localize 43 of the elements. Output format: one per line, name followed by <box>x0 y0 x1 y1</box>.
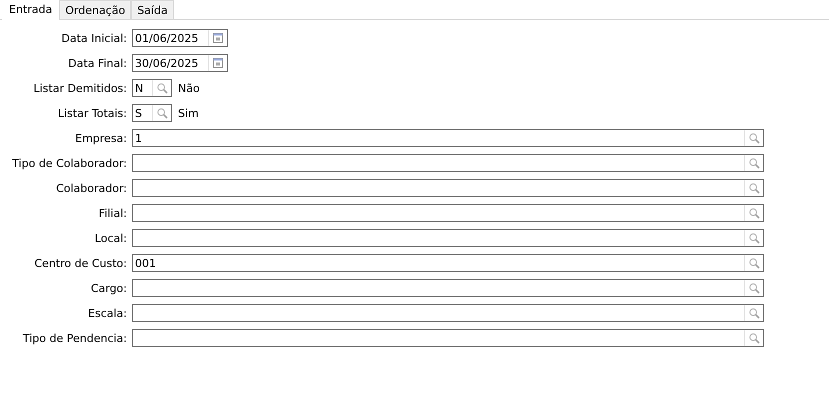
search-icon <box>748 182 760 194</box>
lookup-field[interactable]: 1 <box>132 129 764 147</box>
tab[interactable]: Saída <box>131 0 174 19</box>
date-field[interactable]: 01/06/2025 <box>132 29 228 47</box>
lookup-field[interactable] <box>132 179 764 197</box>
search-icon <box>748 308 760 318</box>
field-label: Local: <box>94 232 127 244</box>
field-label: Tipo de Colaborador: <box>11 156 127 170</box>
lookup-field[interactable] <box>132 279 764 297</box>
code-field[interactable]: N <box>132 79 172 97</box>
calendar-icon <box>213 33 223 43</box>
field-label: Data Inicial: <box>60 32 127 44</box>
lookup-field[interactable] <box>132 154 764 172</box>
search-icon <box>748 232 760 244</box>
code-field[interactable]: S <box>132 104 172 122</box>
field-label: Filial: <box>98 206 127 220</box>
lookup-field[interactable] <box>132 329 764 347</box>
calendar-icon <box>213 58 223 68</box>
field-label: Centro de Custo: <box>33 256 127 270</box>
search-icon <box>748 158 760 168</box>
field-label: Tipo de Pendencia: <box>22 332 127 344</box>
field-label: Colaborador: <box>55 182 127 194</box>
field-label: Data Final: <box>67 56 127 70</box>
search-icon <box>748 208 760 218</box>
field-label: Empresa: <box>74 132 127 144</box>
code-description: Sim <box>178 106 199 120</box>
search-icon <box>156 108 168 118</box>
search-icon <box>748 258 760 268</box>
search-icon <box>156 82 168 94</box>
search-icon <box>748 132 760 144</box>
tab[interactable]: Ordenação <box>59 0 132 19</box>
date-field[interactable]: 30/06/2025 <box>132 54 228 72</box>
lookup-field[interactable] <box>132 204 764 222</box>
lookup-field[interactable]: 001 <box>132 254 764 272</box>
field-label: Cargo: <box>90 282 127 294</box>
search-icon <box>748 282 760 294</box>
search-icon <box>748 332 760 344</box>
lookup-field[interactable] <box>132 229 764 247</box>
field-label: Listar Totais: <box>56 106 127 120</box>
code-description: Não <box>178 82 200 94</box>
field-label: Listar Demitidos: <box>32 82 127 94</box>
lookup-field[interactable] <box>132 304 764 322</box>
field-label: Escala: <box>87 306 127 320</box>
